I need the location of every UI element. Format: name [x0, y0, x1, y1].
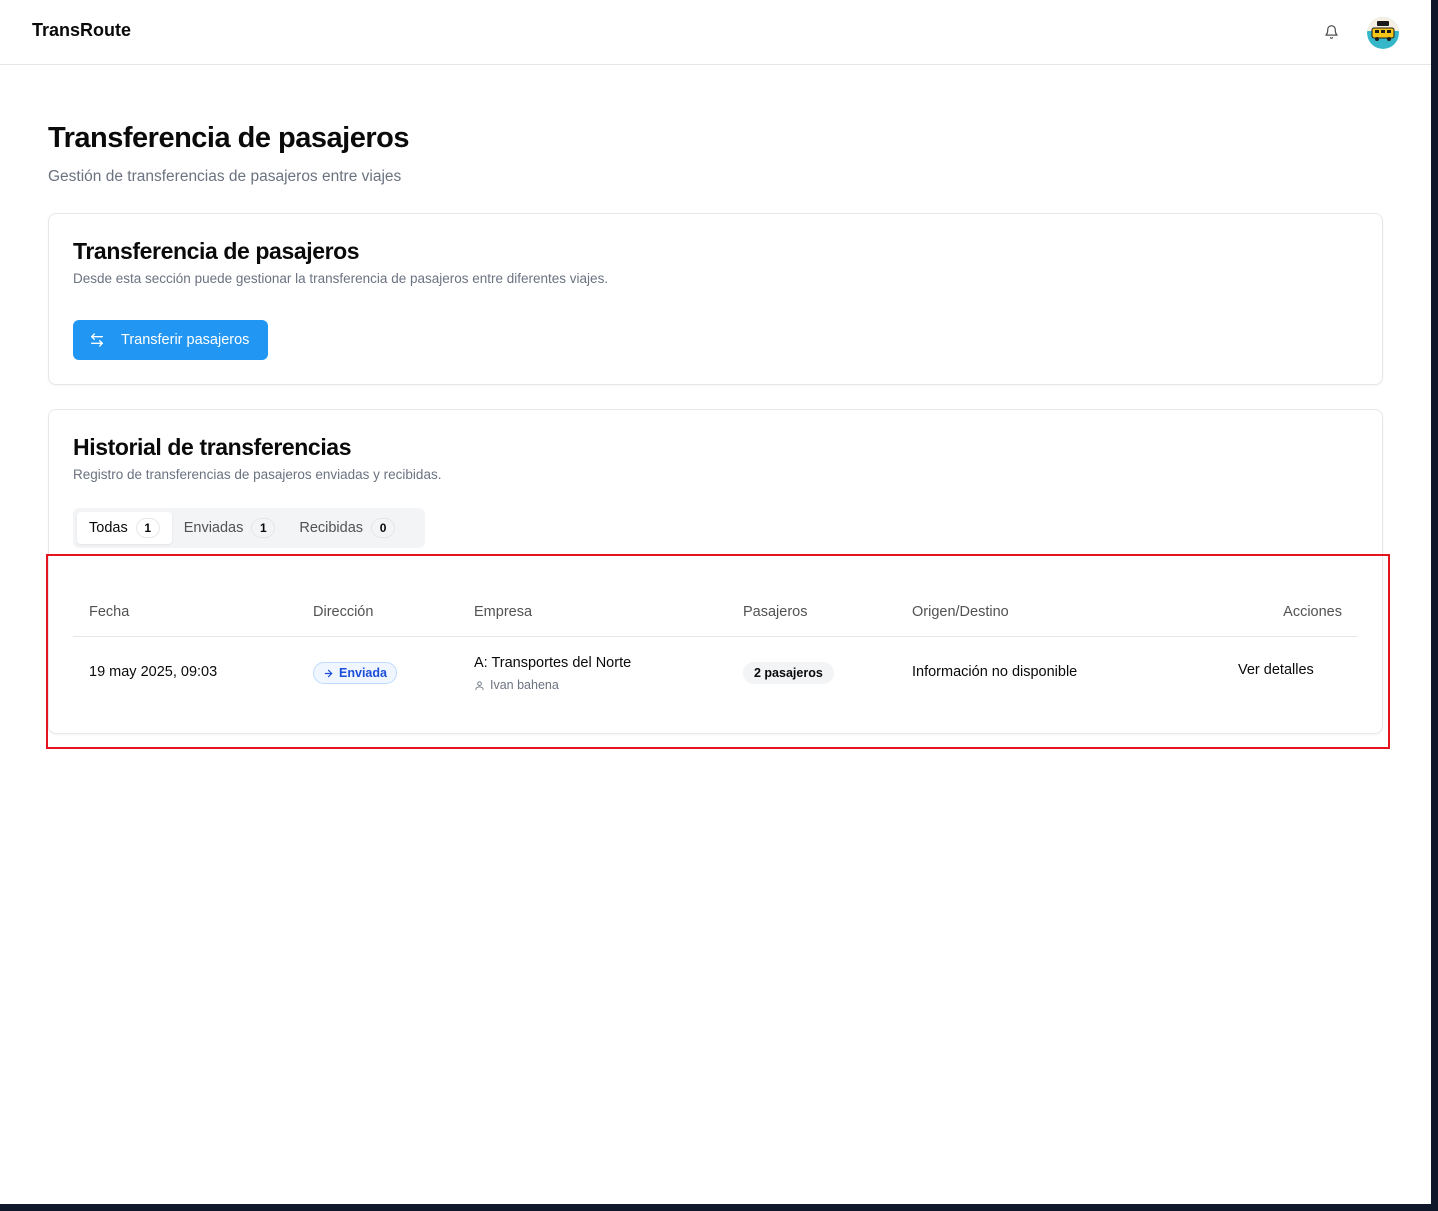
column-header-direccion: Dirección: [313, 604, 374, 620]
tab-recibidas[interactable]: Recibidas 0: [287, 512, 407, 544]
column-header-origen-destino: Origen/Destino: [912, 604, 1009, 620]
transfer-card-description: Desde esta sección puede gestionar la tr…: [73, 271, 609, 286]
tab-enviadas[interactable]: Enviadas 1: [172, 512, 288, 544]
user-icon: [474, 680, 485, 691]
brand-logo-text[interactable]: TransRoute: [32, 20, 131, 41]
table-row: 19 may 2025, 09:03 Enviada A: Transporte…: [73, 637, 1358, 709]
transfer-card: Transferencia de pasajeros Desde esta se…: [48, 213, 1383, 385]
history-card: Historial de transferencias Registro de …: [48, 409, 1383, 734]
transfer-card-title: Transferencia de pasajeros: [73, 238, 360, 264]
tab-count-badge: 1: [251, 518, 276, 538]
table-header-row: Fecha Dirección Empresa Pasajeros Origen…: [73, 590, 1358, 637]
tab-label: Recibidas: [299, 520, 364, 536]
row-date: 19 may 2025, 09:03: [89, 664, 218, 680]
row-company: A: Transportes del Norte: [474, 655, 632, 671]
transfer-passengers-label: Transferir pasajeros: [121, 332, 250, 348]
row-user-name: Ivan bahena: [490, 678, 559, 692]
tab-count-badge: 1: [135, 518, 160, 538]
arrow-right-icon: [323, 668, 334, 679]
passengers-badge: 2 pasajeros: [743, 662, 834, 684]
direction-label: Enviada: [339, 666, 387, 680]
app-viewport: TransRoute Transferencia de pasajeros Ge…: [0, 0, 1431, 1204]
column-header-pasajeros: Pasajeros: [743, 604, 808, 620]
transfer-passengers-button[interactable]: Transferir pasajeros: [73, 320, 268, 360]
swap-arrows-icon: [89, 332, 105, 348]
row-origin-destination: Información no disponible: [912, 664, 1078, 680]
history-card-description: Registro de transferencias de pasajeros …: [73, 467, 442, 482]
transfers-table: Fecha Dirección Empresa Pasajeros Origen…: [73, 590, 1358, 709]
tab-count-badge: 0: [371, 518, 396, 538]
column-header-empresa: Empresa: [474, 604, 533, 620]
page-title: Transferencia de pasajeros: [48, 122, 409, 154]
direction-badge: Enviada: [313, 662, 397, 684]
history-tabs: Todas 1 Enviadas 1 Recibidas 0: [73, 508, 425, 548]
column-header-acciones: Acciones: [1283, 604, 1342, 620]
tab-label: Todas: [89, 520, 128, 536]
tab-label: Enviadas: [183, 520, 244, 536]
top-navbar: TransRoute: [0, 0, 1431, 65]
history-card-title: Historial de transferencias: [73, 434, 352, 460]
page-subtitle: Gestión de transferencias de pasajeros e…: [48, 168, 402, 185]
view-details-button[interactable]: Ver detalles: [1238, 662, 1314, 684]
bell-icon[interactable]: [1321, 22, 1341, 42]
tab-todas[interactable]: Todas 1: [77, 512, 172, 544]
column-header-fecha: Fecha: [89, 604, 130, 620]
row-user: Ivan bahena: [474, 678, 559, 692]
avatar[interactable]: [1367, 17, 1399, 49]
